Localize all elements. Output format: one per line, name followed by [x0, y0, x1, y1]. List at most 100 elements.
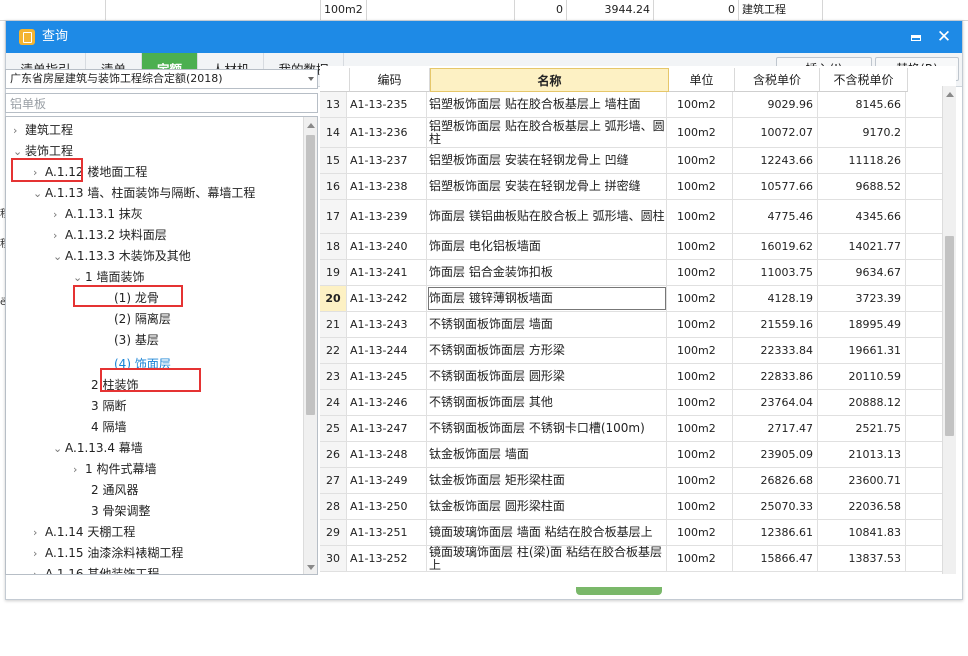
- row-name: 钛金板饰面层 圆形梁柱面: [427, 494, 667, 519]
- row-unit: 100m2: [667, 200, 733, 233]
- tree-node[interactable]: 3 隔断: [79, 396, 126, 417]
- dialog-title: 查询: [42, 29, 69, 44]
- row-index: 14: [320, 118, 347, 147]
- tree-node[interactable]: (3) 基层: [102, 330, 159, 351]
- row-index: 21: [320, 312, 347, 337]
- header-notax-price[interactable]: 不含税单价: [820, 68, 908, 92]
- row-notax-price: 8145.66: [818, 92, 906, 117]
- table-row[interactable]: 16 A1-13-238 铝塑板饰面层 安装在轻钢龙骨上 拼密缝 100m2 10577…: [320, 174, 942, 200]
- scroll-down-icon[interactable]: [307, 565, 315, 570]
- table-row[interactable]: 25 A1-13-247 不锈钢面板饰面层 不锈钢卡口槽(100m) 100m2 271…: [320, 416, 942, 442]
- header-unit[interactable]: 单位: [669, 68, 735, 92]
- table-row[interactable]: 18 A1-13-240 饰面层 电化铝板墙面 100m2 16019.62 14021.…: [320, 234, 942, 260]
- table-row[interactable]: 14 A1-13-236 铝塑板饰面层 贴在胶合板基层上 弧形墙、圆柱 100m2 10…: [320, 118, 942, 148]
- tree-node-label: A.1.13.4 幕墙: [65, 441, 143, 455]
- chevron-right-icon[interactable]: ›: [13, 120, 25, 141]
- tree-node-label: 1 墙面装饰: [85, 270, 145, 284]
- bg-cell-unit: 100m2: [320, 0, 366, 20]
- search-input[interactable]: [5, 93, 318, 113]
- tree-scroll-thumb[interactable]: [306, 135, 315, 415]
- tree-node-label: (2) 隔离层: [114, 312, 171, 326]
- row-unit: 100m2: [667, 546, 733, 571]
- tree-scrollbar[interactable]: [303, 117, 317, 574]
- tree-node[interactable]: › 建筑工程: [13, 120, 73, 141]
- chevron-down-icon[interactable]: ⌄: [53, 246, 65, 267]
- tree-node[interactable]: 3 骨架调整: [79, 501, 150, 522]
- tree-node-label: 1 构件式幕墙: [85, 462, 157, 476]
- table-row[interactable]: 17 A1-13-239 饰面层 镁铝曲板贴在胶合板上 弧形墙、圆柱 100m2 477…: [320, 200, 942, 234]
- bg-cell-blank: [366, 0, 514, 20]
- chevron-down-icon[interactable]: [308, 77, 314, 81]
- tree-node[interactable]: ⌄ A.1.13 墙、柱面装饰与隔断、幕墙工程: [33, 183, 255, 204]
- row-name: 饰面层 铝合金装饰扣板: [427, 260, 667, 285]
- close-icon[interactable]: ✕: [930, 21, 958, 53]
- header-name[interactable]: 名称: [430, 68, 669, 92]
- tree-node[interactable]: 4 隔墙: [79, 417, 126, 438]
- row-name: 饰面层 镁铝曲板贴在胶合板上 弧形墙、圆柱: [427, 200, 667, 233]
- table-row[interactable]: 22 A1-13-244 不锈钢面板饰面层 方形梁 100m2 22333.84 1966…: [320, 338, 942, 364]
- grid-scroll-thumb[interactable]: [945, 236, 954, 436]
- tree-node[interactable]: ⌄ A.1.13.4 幕墙: [53, 438, 143, 459]
- row-index: 23: [320, 364, 347, 389]
- table-row[interactable]: 23 A1-13-245 不锈钢面板饰面层 圆形梁 100m2 22833.86 2011…: [320, 364, 942, 390]
- row-index: 24: [320, 390, 347, 415]
- tree-node[interactable]: 2 通风器: [79, 480, 138, 501]
- chevron-right-icon[interactable]: ›: [53, 225, 65, 246]
- chevron-right-icon[interactable]: ›: [73, 459, 85, 480]
- row-code: A1-13-244: [347, 338, 427, 363]
- bg-cell-blank: [105, 0, 320, 20]
- tree-node[interactable]: › A.1.15 油漆涂料裱糊工程: [33, 543, 183, 564]
- table-row[interactable]: 24 A1-13-246 不锈钢面板饰面层 其他 100m2 23764.04 20888…: [320, 390, 942, 416]
- row-tax-price: 22833.86: [733, 364, 818, 389]
- table-row[interactable]: 28 A1-13-250 钛金板饰面层 圆形梁柱面 100m2 25070.33 2203…: [320, 494, 942, 520]
- table-row[interactable]: 19 A1-13-241 饰面层 铝合金装饰扣板 100m2 11003.75 9634.…: [320, 260, 942, 286]
- tree-node[interactable]: › A.1.13.1 抹灰: [53, 204, 143, 225]
- tree-node[interactable]: › A.1.16 其他装饰工程: [33, 564, 159, 574]
- tree-node[interactable]: › 1 构件式幕墙: [73, 459, 156, 480]
- row-name: 不锈钢面板饰面层 圆形梁: [427, 364, 667, 389]
- row-unit: 100m2: [667, 234, 733, 259]
- tree-node-label: 4 隔墙: [91, 420, 127, 434]
- tree-node[interactable]: › A.1.13.2 块料面层: [53, 225, 167, 246]
- background-sheet-row: 100m2 0 3944.24 0 建筑工程: [0, 0, 968, 21]
- row-name: 饰面层 电化铝板墙面: [427, 234, 667, 259]
- chevron-right-icon[interactable]: ›: [53, 204, 65, 225]
- header-tax-price[interactable]: 含税单价: [735, 68, 820, 92]
- row-tax-price: 22333.84: [733, 338, 818, 363]
- header-code[interactable]: 编码: [350, 68, 430, 92]
- table-row[interactable]: 26 A1-13-248 钛金板饰面层 墙面 100m2 23905.09 21013.1…: [320, 442, 942, 468]
- table-row[interactable]: 29 A1-13-251 镜面玻璃饰面层 墙面 粘结在胶合板基层上 100m2 1238…: [320, 520, 942, 546]
- row-notax-price: 20110.59: [818, 364, 906, 389]
- scroll-up-icon[interactable]: [307, 123, 315, 128]
- table-row[interactable]: 13 A1-13-235 铝塑板饰面层 贴在胶合板基层上 墙柱面 100m2 9029.…: [320, 92, 942, 118]
- scroll-up-icon[interactable]: [946, 92, 954, 97]
- row-index: 18: [320, 234, 347, 259]
- row-tax-price: 12243.66: [733, 148, 818, 173]
- dialog-titlebar[interactable]: 查询 ✕: [6, 21, 962, 53]
- tree-node[interactable]: › A.1.14 天棚工程: [33, 522, 135, 543]
- highlight-box-wall-decoration: [73, 285, 183, 307]
- tree-node[interactable]: ⌄ A.1.13.3 木装饰及其他: [53, 246, 191, 267]
- row-index: 26: [320, 442, 347, 467]
- row-notax-price: 3723.39: [818, 286, 906, 311]
- chevron-right-icon[interactable]: ›: [33, 543, 45, 564]
- grid-scrollbar[interactable]: [942, 86, 956, 574]
- table-row[interactable]: 27 A1-13-249 钛金板饰面层 矩形梁柱面 100m2 26826.68 2360…: [320, 468, 942, 494]
- quota-library-select[interactable]: 广东省房屋建筑与装饰工程综合定额(2018): [5, 69, 318, 89]
- row-unit: 100m2: [667, 364, 733, 389]
- row-unit: 100m2: [667, 338, 733, 363]
- chevron-down-icon[interactable]: ⌄: [33, 183, 45, 204]
- app-logo-icon: [19, 29, 35, 45]
- chevron-right-icon[interactable]: ›: [33, 522, 45, 543]
- table-row[interactable]: 30 A1-13-252 镜面玻璃饰面层 柱(梁)面 粘结在胶合板基层上 100m2 1…: [320, 546, 942, 572]
- row-notax-price: 18995.49: [818, 312, 906, 337]
- table-row[interactable]: 15 A1-13-237 铝塑板饰面层 安装在轻钢龙骨上 凹缝 100m2 12243.…: [320, 148, 942, 174]
- chevron-down-icon[interactable]: ⌄: [53, 438, 65, 459]
- tree-node[interactable]: (2) 隔离层: [102, 309, 171, 330]
- chevron-right-icon[interactable]: ›: [33, 564, 45, 574]
- table-row[interactable]: 21 A1-13-243 不锈钢面板饰面层 墙面 100m2 21559.16 18995…: [320, 312, 942, 338]
- row-index: 15: [320, 148, 347, 173]
- splitter-handle[interactable]: [576, 587, 662, 595]
- table-row[interactable]: 20 A1-13-242 饰面层 镀锌薄钢板墙面 100m2 4128.19 3723.3…: [320, 286, 942, 312]
- maximize-icon[interactable]: [902, 21, 930, 53]
